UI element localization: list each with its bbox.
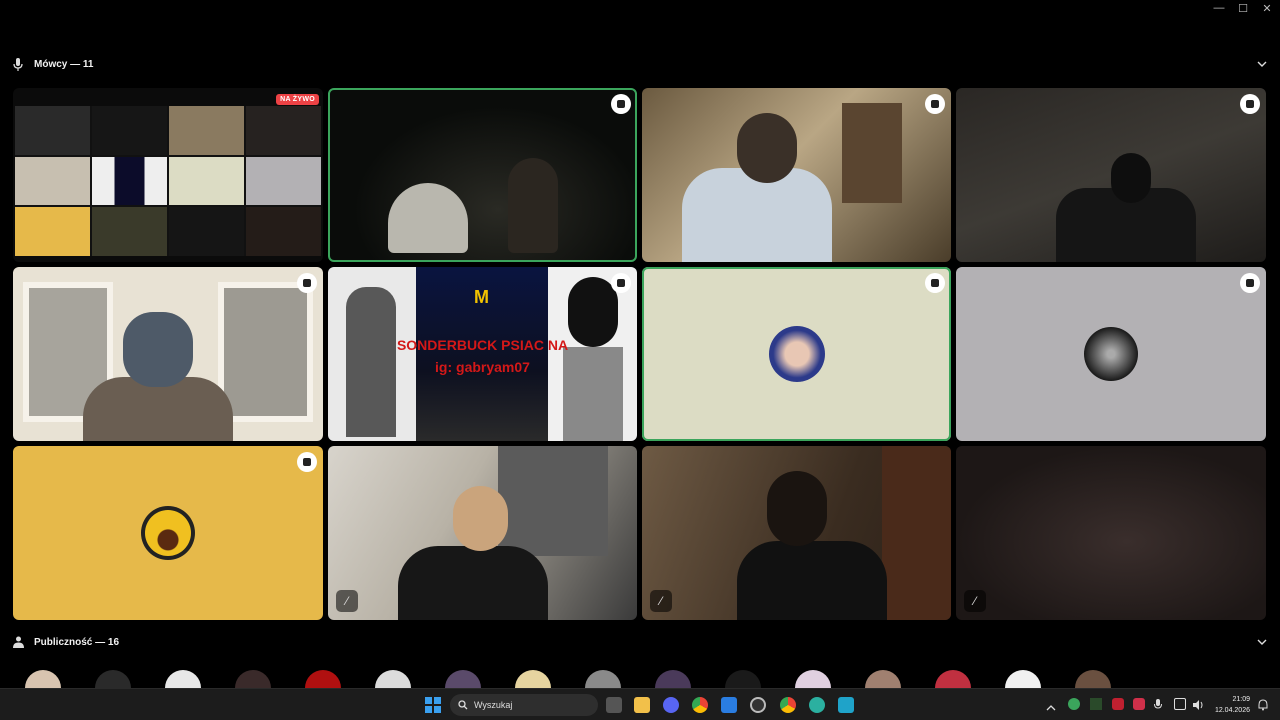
tray-app-icon[interactable] [1112, 698, 1124, 710]
audience-title: Publiczność — 16 [34, 636, 120, 648]
close-icon[interactable]: ✕ [1260, 2, 1274, 15]
speaker-tile-screenshare[interactable]: NA ŻYWO [13, 88, 323, 262]
shield-icon [1240, 273, 1260, 293]
street-photo: M [416, 267, 548, 441]
chevron-down-icon[interactable] [1254, 56, 1270, 72]
person-silhouette [508, 158, 558, 253]
taskbar-clock[interactable]: 21:09 12.04.2026 [1215, 694, 1250, 716]
shield-icon [925, 94, 945, 114]
shield-icon [611, 94, 631, 114]
window-blinds [498, 446, 608, 556]
speaker-tile-5[interactable] [13, 267, 323, 441]
door [882, 446, 951, 620]
person-head [737, 113, 797, 183]
avatar [141, 506, 195, 560]
overlay-text-line2: ig: gabryam07 [435, 359, 530, 375]
search-placeholder: Wyszukaj [474, 700, 513, 710]
taskbar: Wyszukaj 21:09 12.04.2026 [0, 688, 1280, 720]
search-icon [458, 700, 468, 710]
audience-avatars [20, 670, 1130, 706]
muted-microphone-icon: ⁄ [964, 590, 986, 612]
person-silhouette [388, 183, 468, 253]
microphone-icon [10, 56, 26, 72]
person-head [123, 312, 193, 387]
speakers-grid: NA ŻYWO M SONDERBUCK PSIAC NA ig: gabrya… [13, 88, 1267, 620]
clock-date: 12.04.2026 [1214, 707, 1250, 714]
speaker-tile-8[interactable] [956, 267, 1266, 441]
person-head [767, 471, 827, 546]
tray-app-icon[interactable] [1068, 698, 1080, 710]
muted-microphone-icon: ⁄ [336, 590, 358, 612]
discord-icon[interactable] [663, 697, 679, 713]
live-badge: NA ŻYWO [276, 94, 319, 105]
network-icon[interactable] [1174, 698, 1186, 710]
speaker-tile-9[interactable] [13, 446, 323, 620]
speaker-tile-3[interactable] [642, 88, 951, 262]
tray-app-icon[interactable] [1133, 698, 1145, 710]
microphone-icon[interactable] [1154, 698, 1166, 710]
person-silhouette [737, 541, 887, 620]
speaker-tile-6[interactable]: M SONDERBUCK PSIAC NA ig: gabryam07 [328, 267, 637, 441]
speaker-icon[interactable] [1192, 698, 1204, 710]
maximize-icon[interactable]: ☐ [1236, 2, 1250, 15]
speaker-tile-10[interactable]: ⁄ [328, 446, 637, 620]
manga-panel [548, 267, 637, 441]
audience-header[interactable]: Publiczność — 16 [10, 632, 1270, 652]
audience-icon [10, 634, 26, 650]
scream-emoji-icon [145, 510, 191, 556]
speaker-tile-11[interactable]: ⁄ [642, 446, 951, 620]
muted-microphone-icon: ⁄ [650, 590, 672, 612]
tray-app-icon[interactable] [1090, 698, 1102, 710]
task-view-icon[interactable] [606, 697, 622, 713]
person-silhouette [398, 546, 548, 620]
minimize-icon[interactable]: — [1212, 2, 1226, 14]
notification-bell-icon[interactable] [1258, 698, 1270, 711]
shield-icon [297, 452, 317, 472]
speaker-tile-4[interactable] [956, 88, 1266, 262]
shield-icon [611, 273, 631, 293]
person-silhouette [682, 168, 832, 262]
shared-screen-thumbnail [15, 106, 321, 256]
shield-icon [297, 273, 317, 293]
person-head [453, 486, 508, 551]
chevron-down-icon[interactable] [1254, 634, 1270, 650]
shield-icon [1240, 94, 1260, 114]
avatar [768, 326, 825, 382]
overlay-text-line1: SONDERBUCK PSIAC NA [396, 337, 569, 353]
speakers-header[interactable]: Mówcy — 11 [10, 54, 1270, 74]
window-controls: — ☐ ✕ [1212, 2, 1274, 15]
windows-start-icon[interactable] [425, 697, 441, 713]
steam-icon[interactable] [750, 697, 766, 713]
manga-panel [328, 267, 416, 441]
speaker-tile-12[interactable]: ⁄ [956, 446, 1266, 620]
taskbar-search[interactable]: Wyszukaj [450, 694, 598, 716]
avatar [1084, 327, 1138, 381]
app-icon[interactable] [721, 697, 737, 713]
shield-icon [925, 273, 945, 293]
bookshelf [842, 103, 902, 203]
clock-time: 21:09 [1232, 696, 1250, 703]
speaker-tile-7[interactable] [642, 267, 951, 441]
chevron-up-icon[interactable] [1046, 698, 1058, 711]
window-frame [218, 282, 313, 422]
chrome-icon[interactable] [692, 697, 708, 713]
notepad-icon[interactable] [838, 697, 854, 713]
edge-icon[interactable] [809, 697, 825, 713]
speaker-tile-2[interactable] [328, 88, 637, 262]
person-head [1111, 153, 1151, 203]
speakers-title: Mówcy — 11 [34, 58, 94, 70]
file-explorer-icon[interactable] [634, 697, 650, 713]
chrome-icon[interactable] [780, 697, 796, 713]
